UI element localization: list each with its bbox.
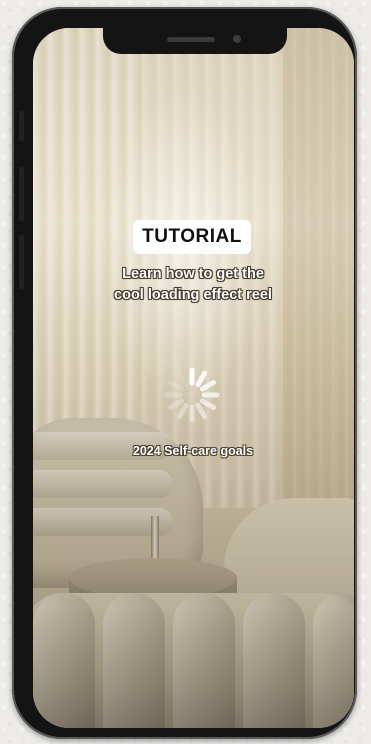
side-table-stand — [151, 516, 159, 560]
volume-up-button — [19, 167, 24, 221]
reel-caption: 2024 Self-care goals — [132, 444, 254, 458]
speaker-grille — [167, 37, 215, 42]
subtitle-line-1: Learn how to get the — [122, 266, 264, 282]
phone-screen[interactable]: TUTORIAL Learn how to get the cool loadi… — [33, 28, 354, 728]
bottom-shade — [33, 608, 354, 728]
front-camera-icon — [233, 35, 241, 43]
phone-notch — [103, 28, 287, 54]
loading-spinner-icon — [164, 367, 220, 423]
tutorial-badge: TUTORIAL — [133, 220, 251, 254]
mute-switch — [19, 111, 24, 141]
reel-subtitle: Learn how to get the cool loading effect… — [73, 264, 313, 306]
volume-down-button — [19, 235, 24, 289]
subtitle-line-2: cool loading effect reel — [114, 287, 272, 303]
side-table-top — [69, 558, 237, 598]
